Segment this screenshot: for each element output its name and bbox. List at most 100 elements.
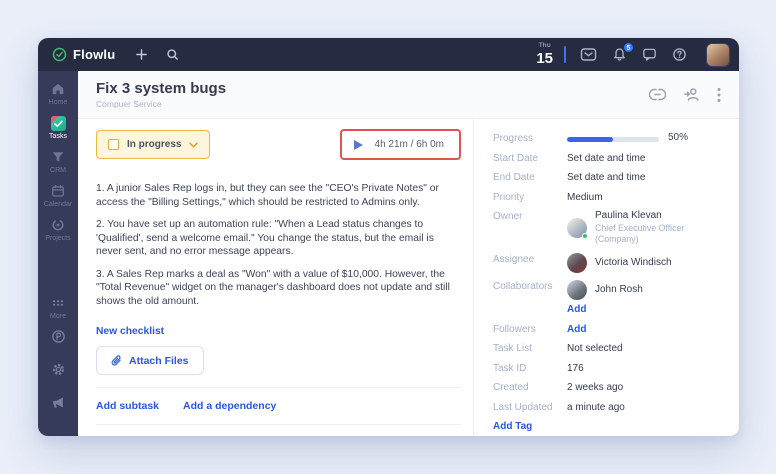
task-id-label: Task ID [493, 362, 527, 374]
status-checkbox[interactable] [108, 139, 119, 150]
settings-gear-icon[interactable] [51, 362, 66, 382]
divider [96, 424, 461, 425]
task-main: In progress 4h 21m / 6h 0m 1. A junior S… [78, 119, 473, 436]
task-list-label: Task List [493, 343, 532, 354]
add-dependency-link[interactable]: Add a dependency [183, 400, 276, 412]
assignee-name: Victoria Windisch [595, 257, 672, 268]
start-date-value[interactable]: Set date and time [567, 152, 645, 165]
owner-name: Paulina Klevan [595, 210, 662, 221]
description-paragraph: 2. You have set up an automation rule: "… [96, 219, 434, 257]
sidebar-item-crm[interactable]: CRM [38, 149, 78, 174]
announcements-megaphone-icon[interactable] [51, 395, 66, 415]
chat-messages-icon[interactable] [642, 47, 657, 62]
create-new-icon[interactable] [135, 48, 148, 61]
projects-icon [50, 217, 66, 233]
progress-bar[interactable]: 50% [567, 132, 688, 143]
owner-person[interactable]: Paulina Klevan Chief Executive Officer (… [567, 210, 725, 245]
search-icon[interactable] [166, 48, 179, 61]
user-avatar[interactable] [706, 42, 730, 67]
sidebar-item-label: Projects [45, 235, 71, 242]
assignee-label: Assignee [493, 254, 535, 265]
attach-files-label: Attach Files [129, 354, 189, 367]
brand[interactable]: Flowlu [52, 47, 115, 62]
online-status-dot [582, 232, 588, 239]
task-header: Fix 3 system bugs Compuer Service [78, 71, 739, 119]
sidebar-item-calendar[interactable]: Calendar [38, 183, 78, 208]
sidebar-item-label: Calendar [43, 201, 73, 208]
topbar: Flowlu Thu 15 5 [38, 38, 739, 71]
more-options-kebab-icon[interactable] [717, 87, 721, 103]
portal-icon[interactable] [51, 329, 66, 349]
task-description: 1. A junior Sales Rep logs in, but they … [96, 182, 461, 308]
assignee-avatar [567, 253, 587, 273]
chevron-down-icon [189, 141, 199, 148]
time-tracked-value: 4h 21m / 6h 0m [374, 139, 444, 150]
sidebar-item-more[interactable]: More [38, 295, 78, 320]
date-number: 15 [536, 49, 553, 67]
add-follower-link[interactable]: Add [567, 323, 586, 336]
add-subtask-link[interactable]: Add subtask [96, 400, 159, 412]
add-collaborator-link[interactable]: Add [567, 303, 586, 316]
sidebar-item-projects[interactable]: Projects [38, 217, 78, 242]
owner-avatar [567, 217, 588, 239]
assignee-person[interactable]: Victoria Windisch [567, 253, 672, 273]
followers-label: Followers [493, 323, 536, 335]
collaborator-person[interactable]: John Rosh [567, 280, 643, 300]
task-list-value[interactable]: Not selected [567, 342, 623, 355]
brand-name: Flowlu [73, 47, 116, 62]
last-updated-value: a minute ago [567, 401, 625, 413]
status-label: In progress [127, 139, 182, 150]
sidebar-item-tasks[interactable]: Tasks [38, 115, 78, 140]
progress-fill [567, 137, 613, 142]
flowlu-logo-icon [52, 47, 67, 62]
description-paragraph: 1. A junior Sales Rep logs in, but they … [96, 183, 439, 208]
add-tag-link[interactable]: Add Tag [493, 420, 532, 433]
collaborator-avatar [567, 280, 587, 300]
sidebar-item-home[interactable]: Home [38, 81, 78, 106]
sidebar-item-label: More [50, 313, 66, 320]
home-icon [50, 81, 66, 97]
paperclip-icon [111, 354, 121, 366]
owner-label: Owner [493, 211, 523, 222]
progress-label: Progress [493, 133, 534, 144]
time-tracker[interactable]: 4h 21m / 6h 0m [339, 129, 461, 160]
progress-value: 50% [668, 132, 689, 143]
sidebar-item-label: Home [48, 99, 68, 106]
content-area: Fix 3 system bugs Compuer Service In pro… [78, 71, 739, 436]
calendar-icon [50, 183, 66, 199]
help-icon[interactable] [672, 47, 687, 62]
breadcrumb[interactable]: Compuer Service [96, 99, 226, 109]
more-grid-icon [50, 295, 66, 311]
collaborators-label: Collaborators [493, 281, 553, 292]
owner-role: Chief Executive Officer (Company) [595, 223, 685, 244]
task-details-panel: Progress 50% Start Date Set date and tim… [474, 119, 739, 436]
status-dropdown[interactable]: In progress [96, 130, 211, 159]
topbar-separator [564, 46, 566, 63]
start-date-label: Start Date [493, 152, 539, 164]
collaborator-name: John Rosh [595, 284, 643, 295]
crm-icon [50, 149, 66, 165]
copy-link-icon[interactable] [649, 86, 666, 103]
date-day: Thu [538, 42, 551, 50]
share-invite-icon[interactable] [683, 86, 700, 103]
app-window: Flowlu Thu 15 5 Home Tasks CRM Calendar … [38, 38, 739, 436]
priority-value[interactable]: Medium [567, 191, 603, 204]
attach-files-button[interactable]: Attach Files [96, 346, 204, 375]
inbox-mail-icon[interactable] [580, 47, 597, 62]
notifications-bell-icon[interactable]: 5 [612, 42, 634, 62]
created-label: Created [493, 382, 529, 393]
sidebar-item-label: CRM [50, 167, 66, 174]
description-paragraph: 3. A Sales Rep marks a deal as "Won" wit… [96, 268, 450, 307]
created-value: 2 weeks ago [567, 382, 624, 393]
divider [96, 387, 461, 388]
last-updated-label: Last Updated [493, 401, 553, 413]
end-date-value[interactable]: Set date and time [567, 171, 645, 184]
page-title: Fix 3 system bugs [96, 79, 227, 97]
notification-badge: 5 [623, 42, 634, 53]
calendar-date-widget[interactable]: Thu 15 [536, 43, 553, 66]
play-icon[interactable] [353, 139, 363, 150]
sidebar-item-label: Tasks [49, 133, 67, 140]
end-date-label: End Date [493, 172, 535, 183]
new-checklist-link[interactable]: New checklist [96, 326, 164, 337]
sidebar: Home Tasks CRM Calendar Projects More [38, 71, 78, 436]
